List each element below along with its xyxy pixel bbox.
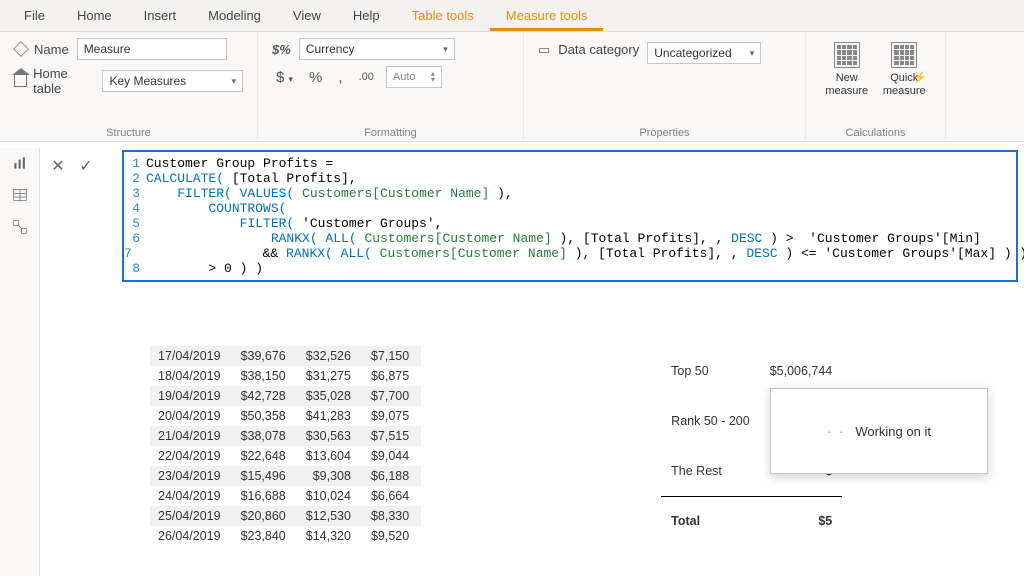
bolt-icon: ⚡ xyxy=(913,72,927,85)
home-icon xyxy=(14,75,27,87)
calculator-icon xyxy=(834,42,860,68)
data-category-select[interactable]: Uncategorized▾ xyxy=(647,42,761,64)
chevron-down-icon: ▾ xyxy=(231,76,236,87)
ribbon-tabs: File Home Insert Modeling View Help Tabl… xyxy=(0,0,1024,32)
table-row[interactable]: 18/04/2019$38,150$31,275$6,875 xyxy=(150,366,421,386)
measure-name-input[interactable]: Measure xyxy=(77,38,227,60)
tab-view[interactable]: View xyxy=(277,0,337,31)
tab-table-tools[interactable]: Table tools xyxy=(396,0,490,31)
table-row[interactable]: 17/04/2019$39,676$32,526$7,150 xyxy=(150,346,421,366)
group-calculations: Calculations xyxy=(820,123,931,139)
tab-modeling[interactable]: Modeling xyxy=(192,0,277,31)
report-view-icon[interactable] xyxy=(10,154,30,172)
table-row[interactable]: 23/04/2019$15,496$9,308$6,188 xyxy=(150,466,421,486)
group-structure: Structure xyxy=(14,123,243,139)
category-icon: ▭ xyxy=(538,42,550,58)
table-row[interactable]: 22/04/2019$22,648$13,604$9,044 xyxy=(150,446,421,466)
spinner-icon: · · xyxy=(827,424,845,439)
data-category-label: Data category xyxy=(558,42,639,57)
tab-file[interactable]: File xyxy=(8,0,61,31)
decimals-auto[interactable]: Auto▴▾ xyxy=(386,66,442,88)
tab-insert[interactable]: Insert xyxy=(128,0,193,31)
percent-format-btn[interactable]: % xyxy=(305,69,326,86)
calculator-icon xyxy=(891,42,917,68)
date-profits-table: 17/04/2019$39,676$32,526$7,15018/04/2019… xyxy=(150,346,421,546)
group-formatting: Formatting xyxy=(272,123,509,139)
table-row[interactable]: 21/04/2019$38,078$30,563$7,515 xyxy=(150,426,421,446)
data-view-icon[interactable] xyxy=(10,186,30,204)
working-label: Working on it xyxy=(855,424,931,439)
home-table-label: Home table xyxy=(14,66,94,96)
format-select[interactable]: Currency▾ xyxy=(299,38,455,60)
commit-formula-btn[interactable]: ✓ xyxy=(76,156,96,176)
table-row[interactable]: 20/04/2019$50,358$41,283$9,075 xyxy=(150,406,421,426)
comma-format-btn[interactable]: , xyxy=(334,69,346,86)
tab-measure-tools[interactable]: Measure tools xyxy=(490,0,604,31)
tab-home[interactable]: Home xyxy=(61,0,128,31)
home-table-select[interactable]: Key Measures▾ xyxy=(102,70,243,92)
formula-bar-actions: ✕ ✓ xyxy=(48,156,96,176)
table-row[interactable]: Total$5 xyxy=(661,496,842,546)
cancel-formula-btn[interactable]: ✕ xyxy=(48,156,68,176)
new-measure-btn[interactable]: New measure xyxy=(820,38,874,98)
tab-help[interactable]: Help xyxy=(337,0,396,31)
chevron-down-icon: ▾ xyxy=(750,48,755,59)
ribbon: Name Measure Home table Key Measures▾ St… xyxy=(0,32,1024,142)
table-row[interactable]: 19/04/2019$42,728$35,028$7,700 xyxy=(150,386,421,406)
tag-icon xyxy=(13,41,29,57)
currency-format-btn[interactable]: $ ▾ xyxy=(272,69,297,86)
working-popup: · · Working on it xyxy=(770,388,988,474)
name-label: Name xyxy=(14,42,69,57)
table-row[interactable]: 26/04/2019$23,840$14,320$9,520 xyxy=(150,526,421,546)
dax-editor[interactable]: 1Customer Group Profits =2CALCULATE( [To… xyxy=(122,150,1018,282)
decimals-format-btn[interactable]: .00 xyxy=(355,71,378,83)
format-symbol-label: $% xyxy=(272,42,291,57)
table-row[interactable]: 25/04/2019$20,860$12,530$8,330 xyxy=(150,506,421,526)
group-properties: Properties xyxy=(538,123,791,139)
quick-measure-btn[interactable]: ⚡ Quick measure xyxy=(878,38,932,98)
table-row[interactable]: 24/04/2019$16,688$10,024$6,664 xyxy=(150,486,421,506)
chevron-down-icon: ▾ xyxy=(443,44,448,55)
view-switcher xyxy=(0,148,40,576)
model-view-icon[interactable] xyxy=(10,218,30,236)
